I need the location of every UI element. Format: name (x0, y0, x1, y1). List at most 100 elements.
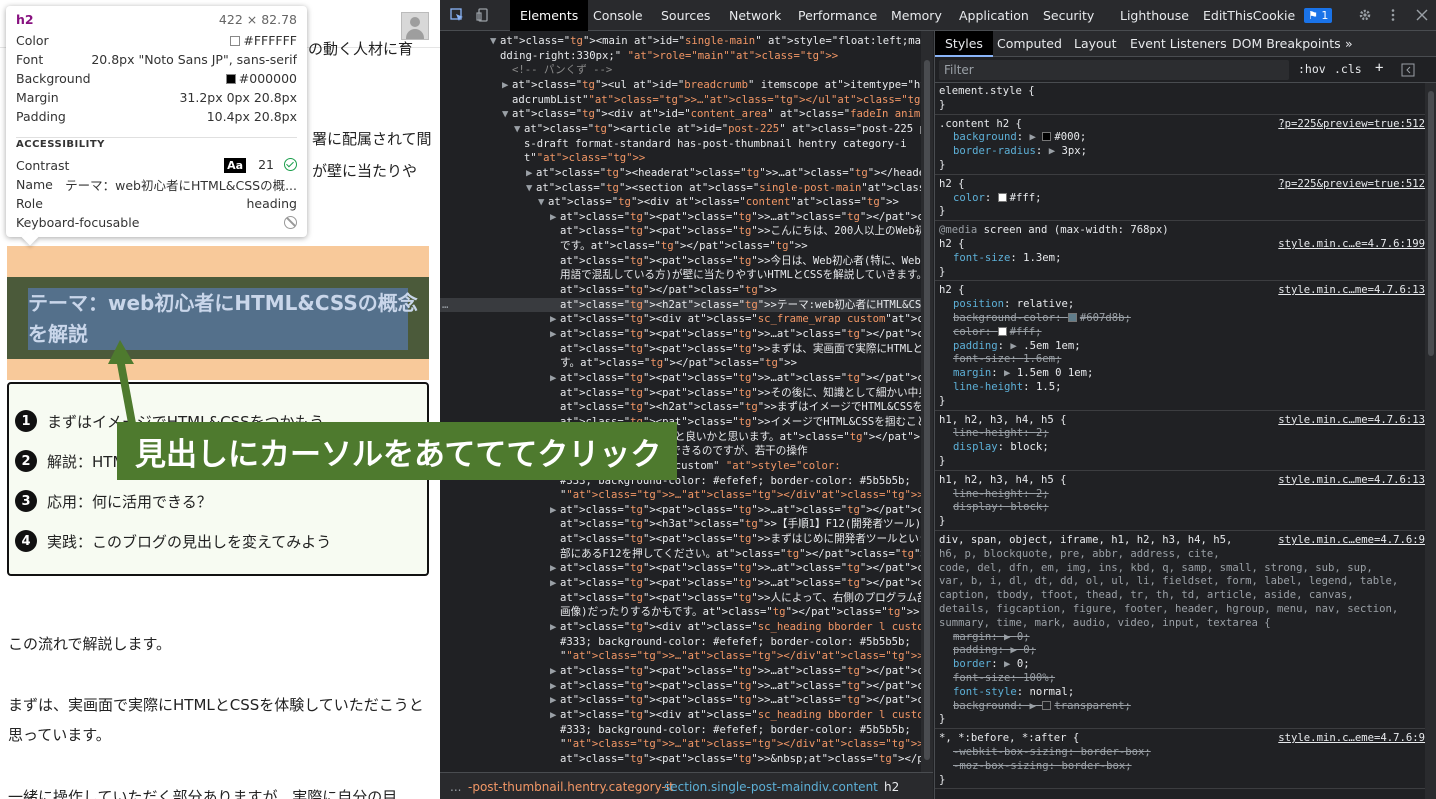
css-property[interactable]: border-radius: ▶ 3px; (939, 145, 1425, 159)
rule-selector[interactable]: element.style { (939, 85, 1425, 99)
computed-sidebar-toggle-icon[interactable] (1401, 63, 1415, 77)
dom-node-line[interactable]: adcrumbList""at">class="tg">>…"at">class… (440, 93, 921, 107)
breadcrumb-item[interactable]: section.single-post-main (664, 780, 811, 794)
expand-triangle-icon[interactable]: ▶ (550, 576, 560, 590)
css-declaration[interactable]: padding: ▶ 0; (953, 644, 1036, 656)
tab-application[interactable]: Application (959, 0, 1029, 31)
color-swatch-icon[interactable] (997, 326, 1007, 336)
css-property[interactable]: border: ▶ 0; (939, 658, 1425, 672)
dom-node-line[interactable]: ▶ at">class="tg"><pat">class="tg">>…at">c… (440, 503, 921, 517)
dom-node-line[interactable]: ▶ at">class="tg"><pat">class="tg">>…at">c… (440, 679, 921, 693)
dom-node-line[interactable]: at">class="tg"><pat">class="tg">>今日は、Web… (440, 254, 921, 268)
css-property[interactable]: display: block; (939, 441, 1425, 455)
hover-state-toggle[interactable]: :hov (1298, 62, 1326, 76)
toc-item[interactable]: 4 実践：このブログの見出しを変えてみよう (15, 530, 331, 552)
expand-triangle-icon[interactable]: ▶ (550, 620, 560, 634)
dom-node-line[interactable]: at">class="tg"><pat">class="tg">>&nbsp;a… (440, 752, 921, 766)
expand-shorthand-icon[interactable]: ▶ (1004, 631, 1017, 643)
rule-selector[interactable]: div, span, object, iframe, h1, h2, h3, h… (939, 534, 1425, 548)
rule-selector[interactable]: h2 { style.min.c…e=4.7.6:199 (939, 238, 1425, 252)
css-declaration[interactable]: display: block; (953, 441, 1049, 453)
css-selector[interactable]: .content h2 { (939, 118, 1022, 130)
css-property[interactable]: -moz-box-sizing: border-box; (939, 760, 1425, 774)
stylesheet-link[interactable]: style.min.c…me=4.7.6:13 (1278, 414, 1425, 428)
tab-styles[interactable]: Styles (935, 31, 993, 57)
css-declaration[interactable]: font-size: 1.6em; (953, 353, 1061, 365)
expand-triangle-icon[interactable]: ▶ (550, 708, 560, 722)
expand-triangle-icon[interactable]: ▶ (550, 327, 560, 341)
css-property[interactable]: margin: ▶ 1.5em 0 1em; (939, 367, 1425, 381)
dom-node-line[interactable]: ▼ at">class="tg"><div at">id="content_are… (440, 107, 921, 121)
css-declaration[interactable]: -webkit-box-sizing: border-box; (953, 746, 1151, 758)
rule-selector[interactable]: h1, h2, h3, h4, h5 { style.min.c…me=4.7.6… (939, 414, 1425, 428)
expand-triangle-icon[interactable]: ▶ (550, 210, 560, 224)
stylesheet-link[interactable]: ?p=225&preview=true:512 (1278, 118, 1425, 132)
css-property[interactable]: color: #fff; (939, 192, 1425, 206)
dom-node-line[interactable]: ▶ at">class="tg"><div at">class="sc_headi… (440, 620, 921, 634)
dom-node-line[interactable]: t""at">class="tg">> (440, 151, 921, 165)
tab-lighthouse[interactable]: Lighthouse (1120, 0, 1189, 31)
css-property[interactable]: color: #fff; (939, 326, 1425, 340)
dom-node-line[interactable]: ▼ at">class="tg"><article at">id="post-22… (440, 122, 921, 136)
collapse-triangle-icon[interactable]: ▼ (526, 181, 536, 195)
tab-console[interactable]: Console (593, 0, 643, 31)
collapse-triangle-icon[interactable]: ▼ (538, 195, 548, 209)
css-selector[interactable]: h2 { (939, 238, 965, 250)
css-selector[interactable]: element.style { (939, 85, 1035, 97)
collapse-triangle-icon[interactable]: ▼ (502, 107, 512, 121)
tab-event-listeners[interactable]: Event Listeners (1130, 31, 1227, 57)
dom-node-line[interactable]: at">class="tg"><pat">class="tg">>こんにちは、2… (440, 224, 921, 238)
css-selector[interactable]: h2 { (939, 178, 965, 190)
inspect-element-icon[interactable] (450, 8, 464, 22)
css-property[interactable]: background-color: #607d8b; (939, 312, 1425, 326)
expand-triangle-icon[interactable]: ▶ (502, 78, 512, 92)
css-property[interactable]: line-height: 1.5; (939, 381, 1425, 395)
dom-node-line[interactable]: ▶ at">class="tg"><pat">class="tg">>…at">c… (440, 664, 921, 678)
stylesheet-link[interactable]: style.min.c…eme=4.7.6:9 (1278, 732, 1425, 746)
issues-badge[interactable]: ⚑ 1 (1304, 8, 1333, 23)
css-selector[interactable]: *, *:before, *:after { (939, 732, 1079, 744)
expand-triangle-icon[interactable]: ▶ (550, 664, 560, 678)
dom-node-line[interactable]: at">class="tg"><pat">class="tg">>その後に、知識… (440, 386, 921, 400)
dom-node-line[interactable]: ▶ at">class="tg"><div at">class="sc_headi… (440, 708, 921, 722)
styles-scrollbar-thumb[interactable] (1428, 91, 1434, 356)
expand-shorthand-icon[interactable]: ▶ (1010, 340, 1023, 352)
expand-shorthand-icon[interactable]: ▶ (1010, 644, 1023, 656)
css-property[interactable]: line-height: 2; (939, 427, 1425, 441)
user-avatar-icon[interactable] (401, 12, 429, 40)
css-declaration[interactable]: color: #fff; (953, 192, 1042, 204)
dom-node-line[interactable]: ▶ at">class="tg"><pat">class="tg">>…at">c… (440, 327, 921, 341)
tab-dom-breakpoints[interactable]: DOM Breakpoints (1232, 31, 1341, 57)
dom-node-line[interactable]: at">class="tg"><pat">class="tg">>まずはじめに開… (440, 532, 921, 546)
dom-node-line[interactable]: ▼ at">class="tg"><div at">class="content"… (440, 195, 921, 209)
dom-node-line[interactable]: <!-- パンくず --> (440, 63, 921, 77)
dom-node-line[interactable]: at">class="tg"><h3at">class="tg">>【手順1】F… (440, 517, 921, 531)
css-property[interactable]: background: ▶ #000; (939, 131, 1425, 145)
css-property[interactable]: font-size: 1.6em; (939, 353, 1425, 367)
toc-item[interactable]: 3 応用：何に活用できる？ (15, 490, 212, 512)
expand-triangle-icon[interactable]: ▶ (550, 371, 560, 385)
rule-selector[interactable]: .content h2 { ?p=225&preview=true:512 (939, 118, 1425, 132)
stylesheet-link[interactable]: style.min.c…e=4.7.6:199 (1278, 238, 1425, 252)
css-property[interactable]: background: ▶ transparent; (939, 700, 1425, 714)
dom-node-line[interactable]: ▼ at">class="tg"><section at">class="sing… (440, 181, 921, 195)
tab-elements[interactable]: Elements (510, 0, 589, 31)
dom-node-line[interactable]: ▶ at">class="tg"><pat">class="tg">>…at">c… (440, 693, 921, 707)
css-declaration[interactable]: border-radius: ▶ 3px; (953, 145, 1087, 157)
css-property[interactable]: padding: ▶ 0; (939, 644, 1425, 658)
styles-filter-input[interactable]: Filter (939, 60, 1289, 80)
stylesheet-link[interactable]: ?p=225&preview=true:512 (1278, 178, 1425, 192)
collapse-triangle-icon[interactable]: ▼ (490, 34, 500, 48)
stylesheet-link[interactable]: style.min.c…eme=4.7.6:9 (1278, 534, 1425, 548)
breadcrumb-item[interactable]: h2 (884, 780, 899, 794)
elements-dom-tree[interactable]: ▼ at">class="tg"><main at">id="single-mai… (440, 31, 933, 772)
css-selector[interactable]: h1, h2, h3, h4, h5 { (939, 414, 1067, 426)
expand-triangle-icon[interactable]: ▶ (550, 679, 560, 693)
color-swatch-icon[interactable] (997, 192, 1007, 202)
css-declaration[interactable]: font-style: normal; (953, 686, 1074, 698)
css-declaration[interactable]: background: ▶ #000; (953, 131, 1086, 143)
dom-node-line[interactable]: す。at">class="tg"></pat">class="tg">> (440, 356, 921, 370)
tab-performance[interactable]: Performance (798, 0, 877, 31)
dom-node-line[interactable]: ""at">class="tg">>…"at">class="tg"></div… (440, 737, 921, 751)
dom-node-selected[interactable]: … at">class="tg"><h2at">class="tg">>テーマ:w… (440, 297, 921, 312)
